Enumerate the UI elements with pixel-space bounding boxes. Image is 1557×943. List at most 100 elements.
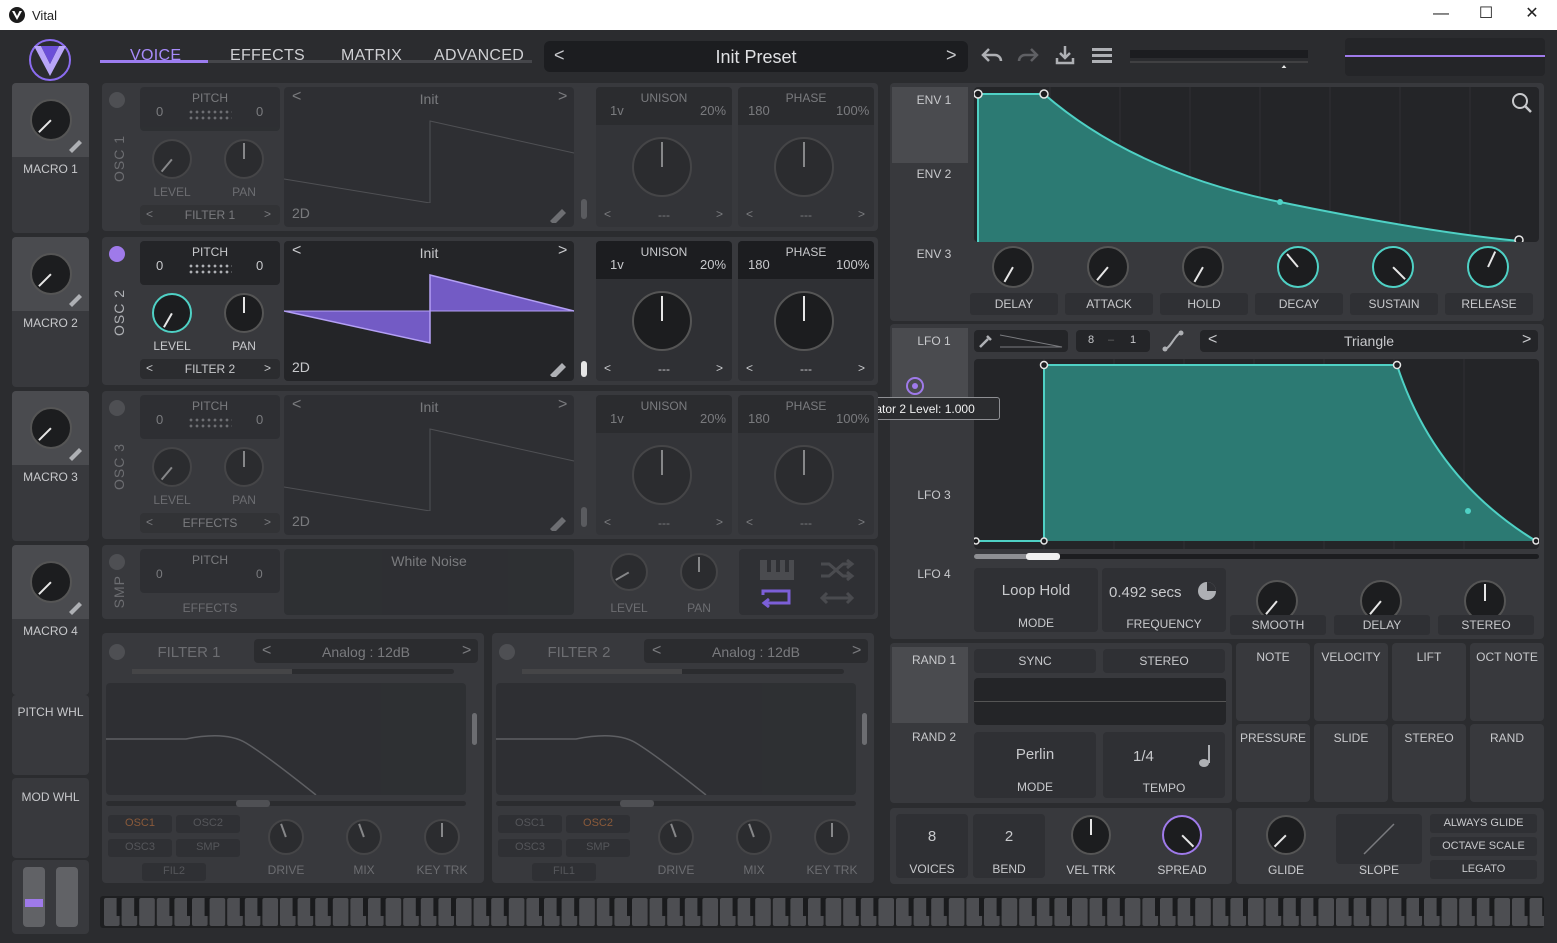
legato-toggle[interactable]: LEGATO xyxy=(1430,860,1537,879)
wavetable-name[interactable]: Init xyxy=(284,245,574,261)
sampler-pitch-fine[interactable]: 0 xyxy=(256,567,263,581)
preset-selector[interactable]: < Init Preset > xyxy=(544,41,968,72)
wavetable-display[interactable]: < Init >2D xyxy=(284,87,574,227)
osc-pitch-coarse[interactable]: 0 xyxy=(156,104,163,119)
lfo-phase-scrollbar[interactable] xyxy=(974,553,1539,560)
phase-next[interactable]: > xyxy=(858,207,865,221)
osc-power-toggle[interactable] xyxy=(109,92,125,108)
volume-meter[interactable] xyxy=(1130,48,1308,68)
tab-voice[interactable]: VOICE xyxy=(130,47,181,65)
filter-source-osc1[interactable]: OSC1 xyxy=(498,815,562,833)
osc-pitch[interactable]: 0 PITCH 0 xyxy=(140,241,280,285)
osc-pan-knob[interactable] xyxy=(224,139,264,179)
white-key[interactable] xyxy=(139,898,155,926)
unison-selector[interactable]: < --- > xyxy=(602,361,726,377)
filter-drive-knob[interactable] xyxy=(658,819,694,855)
white-key[interactable] xyxy=(1072,898,1088,926)
random-phase-icon[interactable] xyxy=(819,559,855,581)
mod-source-lift[interactable]: LIFT xyxy=(1392,643,1466,721)
env-delay-knob[interactable] xyxy=(992,246,1034,288)
wavetable-next[interactable]: > xyxy=(558,88,567,106)
filter-mix-knob[interactable] xyxy=(346,819,382,855)
osc-pan-knob[interactable] xyxy=(224,447,264,487)
phase-knob[interactable] xyxy=(774,291,834,351)
bend-value[interactable]: 2 xyxy=(973,828,1045,845)
osc-pitch-fine[interactable]: 0 xyxy=(256,104,263,119)
sampler-pitch[interactable]: 0 PITCH 0 xyxy=(140,549,280,593)
zoom-icon[interactable] xyxy=(1511,92,1533,114)
random-mode[interactable]: Perlin MODE xyxy=(974,732,1096,798)
phase-random[interactable]: 100% xyxy=(836,257,869,272)
always-glide-toggle[interactable]: ALWAYS GLIDE xyxy=(1430,814,1537,833)
unison-next[interactable]: > xyxy=(716,207,723,221)
wavetable-mode[interactable]: 2D xyxy=(292,513,310,529)
phase-selector[interactable]: < --- > xyxy=(744,515,868,531)
phase-value[interactable]: 180 xyxy=(748,103,770,118)
osc-pitch-fine[interactable]: 0 xyxy=(256,258,263,273)
sampler-sample-name[interactable]: White Noise xyxy=(284,553,574,569)
lfo-grid-size[interactable]: 8 – 1 xyxy=(1076,330,1150,352)
lfo-frequency[interactable]: 0.492 secs FREQUENCY xyxy=(1102,568,1226,632)
wave-frame-slider[interactable] xyxy=(581,199,587,219)
filter-resonance-slider[interactable] xyxy=(862,713,867,745)
filter-source-osc2[interactable]: OSC2 xyxy=(566,815,630,833)
tab-advanced[interactable]: ADVANCED xyxy=(434,47,524,65)
osc-route-selector[interactable]: < EFFECTS > xyxy=(140,513,280,533)
filter-type-selector[interactable]: < Analog : 12dB > xyxy=(644,639,868,663)
minimize-button[interactable]: — xyxy=(1418,3,1464,27)
unison-voices[interactable]: 1v xyxy=(610,103,624,118)
wavetable-display[interactable]: < Init >2D xyxy=(284,395,574,535)
random-mode-value[interactable]: Perlin xyxy=(974,746,1096,763)
unison-voices[interactable]: 1v xyxy=(610,257,624,272)
wavetable-next[interactable]: > xyxy=(558,242,567,260)
wave-frame-slider[interactable] xyxy=(581,507,587,527)
env-tab-2[interactable]: ENV 2 xyxy=(896,167,972,181)
rand-tab-1[interactable]: RAND 1 xyxy=(892,647,968,723)
menu-icon[interactable] xyxy=(1092,47,1112,65)
osc-pitch-coarse[interactable]: 0 xyxy=(156,258,163,273)
preset-next-button[interactable]: > xyxy=(946,45,957,66)
random-stereo-toggle[interactable]: STEREO xyxy=(1103,649,1225,673)
lfo-mode[interactable]: Loop Hold MODE xyxy=(974,568,1098,632)
filter-source-osc3[interactable]: OSC3 xyxy=(108,839,172,857)
filter-type-next[interactable]: > xyxy=(852,642,861,660)
route-next[interactable]: > xyxy=(264,515,271,529)
route-next[interactable]: > xyxy=(264,207,271,221)
white-key[interactable] xyxy=(1001,898,1018,926)
white-key[interactable] xyxy=(825,898,842,926)
mod-source-stereo[interactable]: STEREO xyxy=(1392,724,1466,802)
filter-response-graph[interactable] xyxy=(496,683,856,795)
filter-power-toggle[interactable] xyxy=(109,644,125,660)
filter-type-name[interactable]: Analog : 12dB xyxy=(644,644,868,660)
white-key[interactable] xyxy=(1195,898,1211,926)
lfo-shape-next[interactable]: > xyxy=(1522,331,1531,349)
filter-type-selector[interactable]: < Analog : 12dB > xyxy=(254,639,478,663)
phase-knob[interactable] xyxy=(774,137,834,197)
mod-wheel[interactable] xyxy=(56,867,78,927)
lfo-grid-y[interactable]: 1 xyxy=(1130,334,1136,346)
phase-knob[interactable] xyxy=(774,445,834,505)
tab-matrix[interactable]: MATRIX xyxy=(341,47,402,65)
env-sustain-knob[interactable] xyxy=(1372,246,1414,288)
edit-pencil-icon[interactable] xyxy=(548,511,568,531)
osc-power-toggle[interactable] xyxy=(109,246,125,262)
white-key[interactable] xyxy=(1441,898,1458,926)
sampler-level-knob[interactable] xyxy=(610,553,648,591)
lfo-frequency-value[interactable]: 0.492 secs xyxy=(1109,584,1182,601)
voices-control[interactable]: 8 VOICES xyxy=(896,814,968,878)
white-key[interactable] xyxy=(632,898,648,926)
filter-source-fil1[interactable]: FIL1 xyxy=(532,863,596,881)
filter-blend-slider[interactable] xyxy=(522,669,844,674)
phase-random[interactable]: 100% xyxy=(836,103,869,118)
osc-pan-knob[interactable] xyxy=(224,293,264,333)
env-tab-3[interactable]: ENV 3 xyxy=(896,247,972,261)
white-key[interactable] xyxy=(1124,898,1141,926)
filter-source-osc1[interactable]: OSC1 xyxy=(108,815,172,833)
white-key[interactable] xyxy=(1529,898,1544,926)
mod-source-pressure[interactable]: PRESSURE xyxy=(1236,724,1310,802)
sampler-route[interactable]: EFFECTS xyxy=(140,601,280,615)
env-tab-1[interactable]: ENV 1 xyxy=(892,87,968,163)
osc-level-knob[interactable] xyxy=(152,447,192,487)
note-icon[interactable] xyxy=(1198,744,1214,768)
filter-cutoff-slider[interactable] xyxy=(106,800,466,807)
